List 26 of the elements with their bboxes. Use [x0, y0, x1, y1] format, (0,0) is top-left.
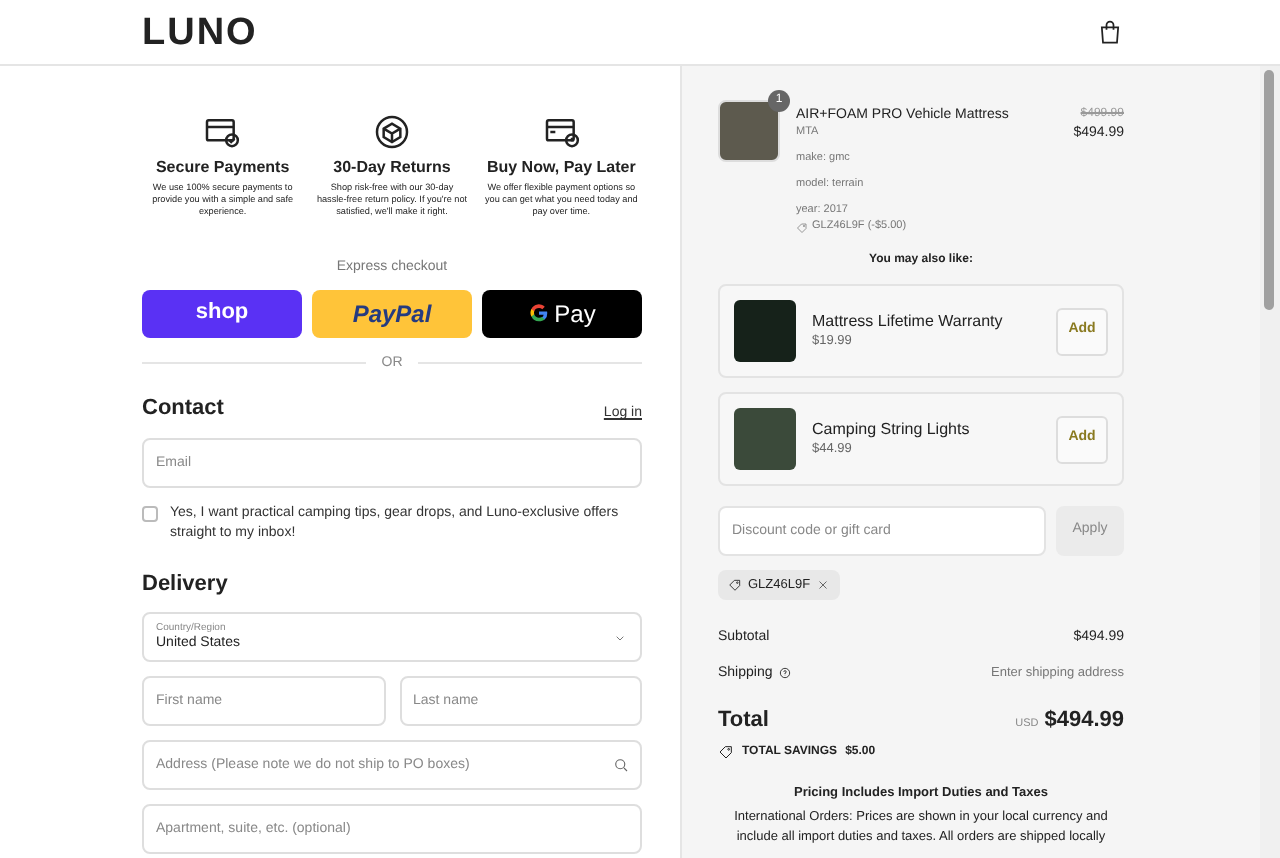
- tag-icon: [718, 744, 734, 760]
- upsell-name: Camping String Lights: [812, 418, 972, 441]
- upsell-name: Mattress Lifetime Warranty: [812, 310, 1005, 333]
- feature-title: 30-Day Returns: [333, 156, 451, 178]
- close-icon[interactable]: [816, 578, 831, 592]
- tag-icon: [728, 578, 742, 592]
- search-icon: [612, 756, 630, 774]
- photo-placeholder: [734, 408, 796, 470]
- g-logo-icon: [528, 302, 551, 324]
- brand-logo[interactable]: LUNO: [142, 13, 258, 51]
- total-label: Total: [718, 706, 769, 736]
- section-heading: Delivery: [142, 569, 230, 599]
- shop-pay-button[interactable]: shop: [142, 289, 302, 337]
- badge-image: [734, 300, 796, 362]
- box-return-icon: [371, 112, 412, 152]
- feature-title: Secure Payments: [155, 156, 290, 178]
- total-value: $494.99: [1044, 706, 1124, 736]
- checkbox[interactable]: [142, 505, 158, 521]
- tag-icon: [796, 221, 808, 233]
- google-pay-button[interactable]: Pay: [482, 289, 642, 337]
- feature-title: Buy Now, Pay Later: [486, 156, 636, 178]
- paypal-button[interactable]: PayPal: [312, 289, 472, 337]
- section-heading: Contact: [142, 394, 224, 424]
- shopping-bag-icon[interactable]: [1096, 18, 1124, 46]
- help-icon: [778, 666, 793, 681]
- photo-placeholder: [718, 100, 780, 162]
